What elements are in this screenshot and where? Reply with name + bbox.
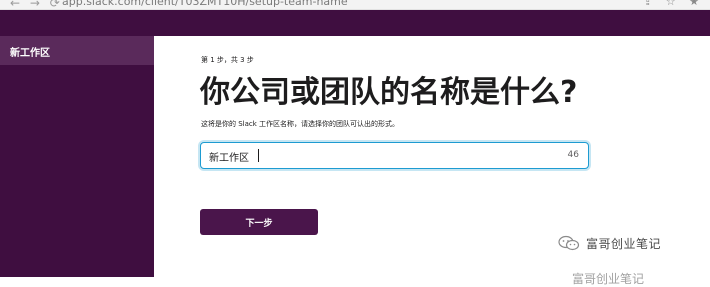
workspace-header[interactable]: 新工作区 <box>0 36 154 65</box>
browser-action-icons[interactable]: ⇪ ☆ ★ <box>643 0 704 8</box>
watermark-text: 富哥创业笔记 <box>586 237 662 251</box>
page-title: 你公司或团队的名称是什么? <box>200 75 578 110</box>
browser-nav-buttons[interactable]: ← → ⟳ <box>10 0 63 9</box>
wechat-icon <box>558 235 580 251</box>
watermark: 富哥创业笔记 <box>558 233 708 253</box>
page-description: 这将是你的 Slack 工作区名称，请选择你的团队可认出的形式。 <box>201 120 400 128</box>
workspace-name-input-value[interactable]: 新工作区 <box>209 149 249 164</box>
remaining-characters-counter: 46 <box>567 150 579 160</box>
sidebar: 新工作区 <box>0 36 154 277</box>
watermark-text-cropped: 富哥创业笔记 <box>572 272 645 286</box>
top-bar <box>0 10 710 36</box>
workspace-name-input[interactable]: 新工作区 46 <box>200 142 589 169</box>
next-step-button[interactable]: 下一步 <box>200 209 318 235</box>
step-indicator: 第 1 步，共 3 步 <box>201 56 254 64</box>
workspace-name: 新工作区 <box>10 48 50 59</box>
browser-toolbar: ← → ⟳ app.slack.com/client/T03ZMT10H/set… <box>0 0 710 10</box>
text-caret <box>258 149 259 162</box>
address-bar[interactable]: app.slack.com/client/T03ZMT10H/setup-tea… <box>62 0 348 8</box>
